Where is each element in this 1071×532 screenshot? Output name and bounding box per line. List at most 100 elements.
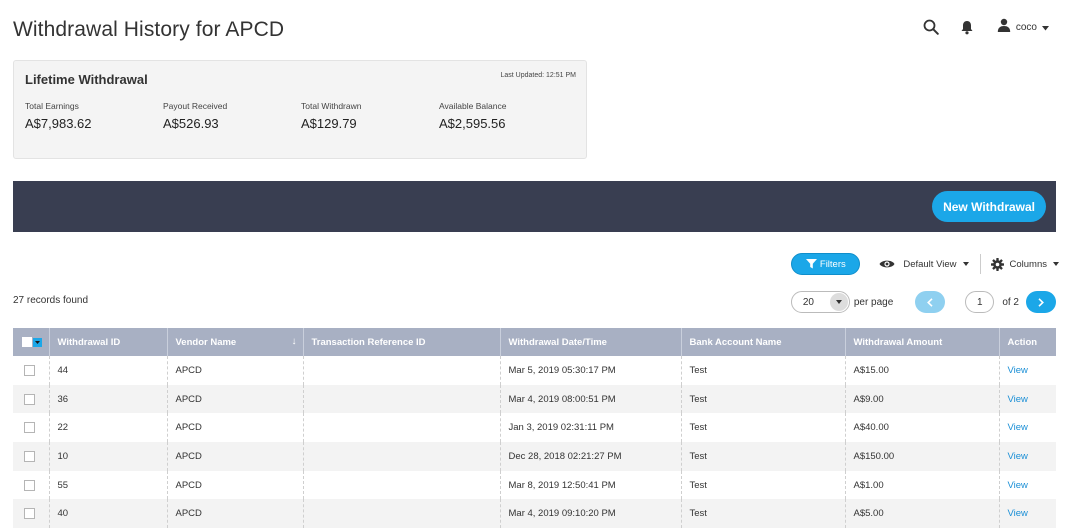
columns-label: Columns (1009, 258, 1048, 270)
pagination: 20 per page 1 of 2 (790, 291, 1056, 313)
chevron-right-icon (1038, 297, 1044, 307)
stat-total-withdrawn: Total Withdrawn A$129.79 (301, 101, 361, 131)
table-row[interactable]: 22 APCD Jan 3, 2019 02:31:11 PM Test A$40.00… (13, 413, 1056, 443)
table-row[interactable]: 36 APCD Mar 4, 2019 08:00:51 PM Test A$9.00 V… (13, 384, 1056, 414)
cell-bank-account: Test (681, 413, 846, 443)
cell-withdrawal-datetime: Mar 4, 2019 09:10:20 PM (500, 499, 682, 529)
filters-button[interactable]: Filters (791, 253, 861, 275)
cell-transaction-ref (303, 384, 501, 414)
column-header-transaction-reference-id[interactable]: Transaction Reference ID (303, 328, 501, 356)
table-row[interactable]: 10 APCD Dec 28, 2018 02:21:27 PM Test A$150.… (13, 442, 1056, 471)
cell-withdrawal-datetime: Mar 5, 2019 05:30:17 PM (500, 356, 682, 385)
row-checkbox[interactable] (24, 450, 35, 462)
next-page-button[interactable] (1026, 291, 1056, 313)
cell-bank-account: Test (681, 356, 846, 385)
stat-label: Payout Received (163, 101, 228, 111)
page-number-input[interactable]: 1 (965, 291, 995, 313)
eye-icon (879, 260, 895, 268)
table-row[interactable]: 44 APCD Mar 5, 2019 05:30:17 PM Test A$15.00… (13, 356, 1056, 385)
stat-value: A$526.93 (163, 116, 219, 131)
cell-withdrawal-amount: A$40.00 (845, 413, 1000, 443)
row-checkbox[interactable] (24, 479, 35, 491)
view-link[interactable]: View (999, 471, 1056, 500)
cell-transaction-ref (303, 499, 501, 529)
caret-down-icon (829, 293, 848, 311)
select-all-header[interactable] (13, 328, 50, 356)
cell-vendor-name: APCD (167, 470, 304, 500)
row-checkbox[interactable] (24, 364, 35, 376)
cell-vendor-name: APCD (167, 356, 304, 385)
cell-withdrawal-id: 10 (49, 442, 168, 471)
row-checkbox-cell (13, 413, 50, 443)
card-title: Lifetime Withdrawal (25, 72, 148, 87)
user-menu[interactable]: coco (997, 18, 1049, 37)
column-header-withdrawal-amount[interactable]: Withdrawal Amount (845, 328, 1000, 356)
cell-withdrawal-amount: A$1.00 (845, 470, 1000, 500)
column-header-withdrawal-id[interactable]: Withdrawal ID (49, 328, 168, 356)
column-header-withdrawal-datetime[interactable]: Withdrawal Date/Time (500, 328, 682, 356)
withdrawal-table: Withdrawal ID Vendor Name ↓ Transaction R… (13, 328, 1056, 529)
caret-down-icon[interactable] (33, 337, 42, 347)
view-link[interactable]: View (999, 499, 1056, 529)
view-link[interactable]: View (999, 413, 1056, 442)
row-checkbox[interactable] (24, 508, 35, 520)
view-link[interactable]: View (999, 356, 1056, 385)
table-header-row: Withdrawal ID Vendor Name ↓ Transaction R… (13, 328, 1056, 356)
new-withdrawal-button[interactable]: New Withdrawal (932, 191, 1046, 222)
cell-bank-account: Test (681, 384, 846, 414)
stat-total-earnings: Total Earnings A$7,983.62 (25, 101, 92, 131)
page-size-select[interactable]: 20 (790, 291, 850, 313)
search-icon[interactable] (921, 17, 941, 37)
cell-withdrawal-id: 22 (49, 413, 168, 443)
table-row[interactable]: 40 APCD Mar 4, 2019 09:10:20 PM Test A$5.00 V… (13, 499, 1056, 529)
cell-withdrawal-amount: A$15.00 (845, 356, 1000, 385)
action-bar: New Withdrawal (13, 181, 1056, 232)
cell-withdrawal-amount: A$150.00 (845, 442, 1000, 471)
cell-transaction-ref (303, 356, 501, 385)
user-icon (997, 18, 1011, 37)
cell-transaction-ref (303, 442, 501, 471)
row-checkbox-cell (13, 356, 50, 385)
lifetime-withdrawal-card: Lifetime Withdrawal Last Updated: 12:51 … (13, 60, 587, 159)
grid-toolbar: Filters Default View Columns (791, 253, 1059, 275)
bell-icon[interactable] (957, 17, 977, 37)
caret-down-icon (1042, 18, 1049, 36)
row-checkbox-cell (13, 442, 50, 471)
page-size-value: 20 (802, 296, 814, 308)
table-row[interactable]: 55 APCD Mar 8, 2019 12:50:41 PM Test A$1.00 V… (13, 470, 1056, 500)
stat-value: A$2,595.56 (439, 116, 506, 131)
select-all-checkbox[interactable] (22, 337, 32, 347)
stat-available-balance: Available Balance A$2,595.56 (439, 101, 506, 131)
column-header-bank-account-name[interactable]: Bank Account Name (681, 328, 846, 356)
stat-value: A$129.79 (301, 116, 357, 131)
caret-down-icon (1053, 262, 1059, 266)
cell-vendor-name: APCD (167, 384, 304, 414)
cell-withdrawal-datetime: Mar 8, 2019 12:50:41 PM (500, 470, 682, 500)
cell-bank-account: Test (681, 442, 846, 471)
cell-withdrawal-amount: A$9.00 (845, 384, 1000, 414)
caret-down-icon (962, 262, 969, 266)
view-selector[interactable]: Default View (879, 259, 969, 270)
cell-bank-account: Test (681, 470, 846, 500)
cell-bank-account: Test (681, 499, 846, 529)
cell-withdrawal-id: 55 (49, 470, 168, 500)
gear-icon (990, 257, 1004, 271)
stat-label: Total Earnings (25, 101, 79, 111)
column-header-vendor-name[interactable]: Vendor Name ↓ (167, 328, 304, 356)
table-body: 44 APCD Mar 5, 2019 05:30:17 PM Test A$15.00… (13, 356, 1056, 529)
column-label: Vendor Name (175, 336, 237, 348)
previous-page-button[interactable] (915, 291, 946, 313)
cell-vendor-name: APCD (167, 499, 304, 529)
columns-selector[interactable]: Columns (990, 257, 1059, 271)
per-page-label: per page (853, 296, 894, 308)
view-link[interactable]: View (999, 442, 1056, 471)
cell-withdrawal-amount: A$5.00 (845, 499, 1000, 529)
row-checkbox-cell (13, 470, 50, 500)
username: coco (1015, 21, 1037, 33)
row-checkbox-cell (13, 499, 50, 529)
row-checkbox[interactable] (24, 422, 35, 434)
row-checkbox[interactable] (24, 393, 35, 405)
cell-withdrawal-id: 44 (49, 356, 168, 385)
sort-arrow-icon: ↓ (291, 336, 297, 347)
view-link[interactable]: View (999, 384, 1056, 414)
